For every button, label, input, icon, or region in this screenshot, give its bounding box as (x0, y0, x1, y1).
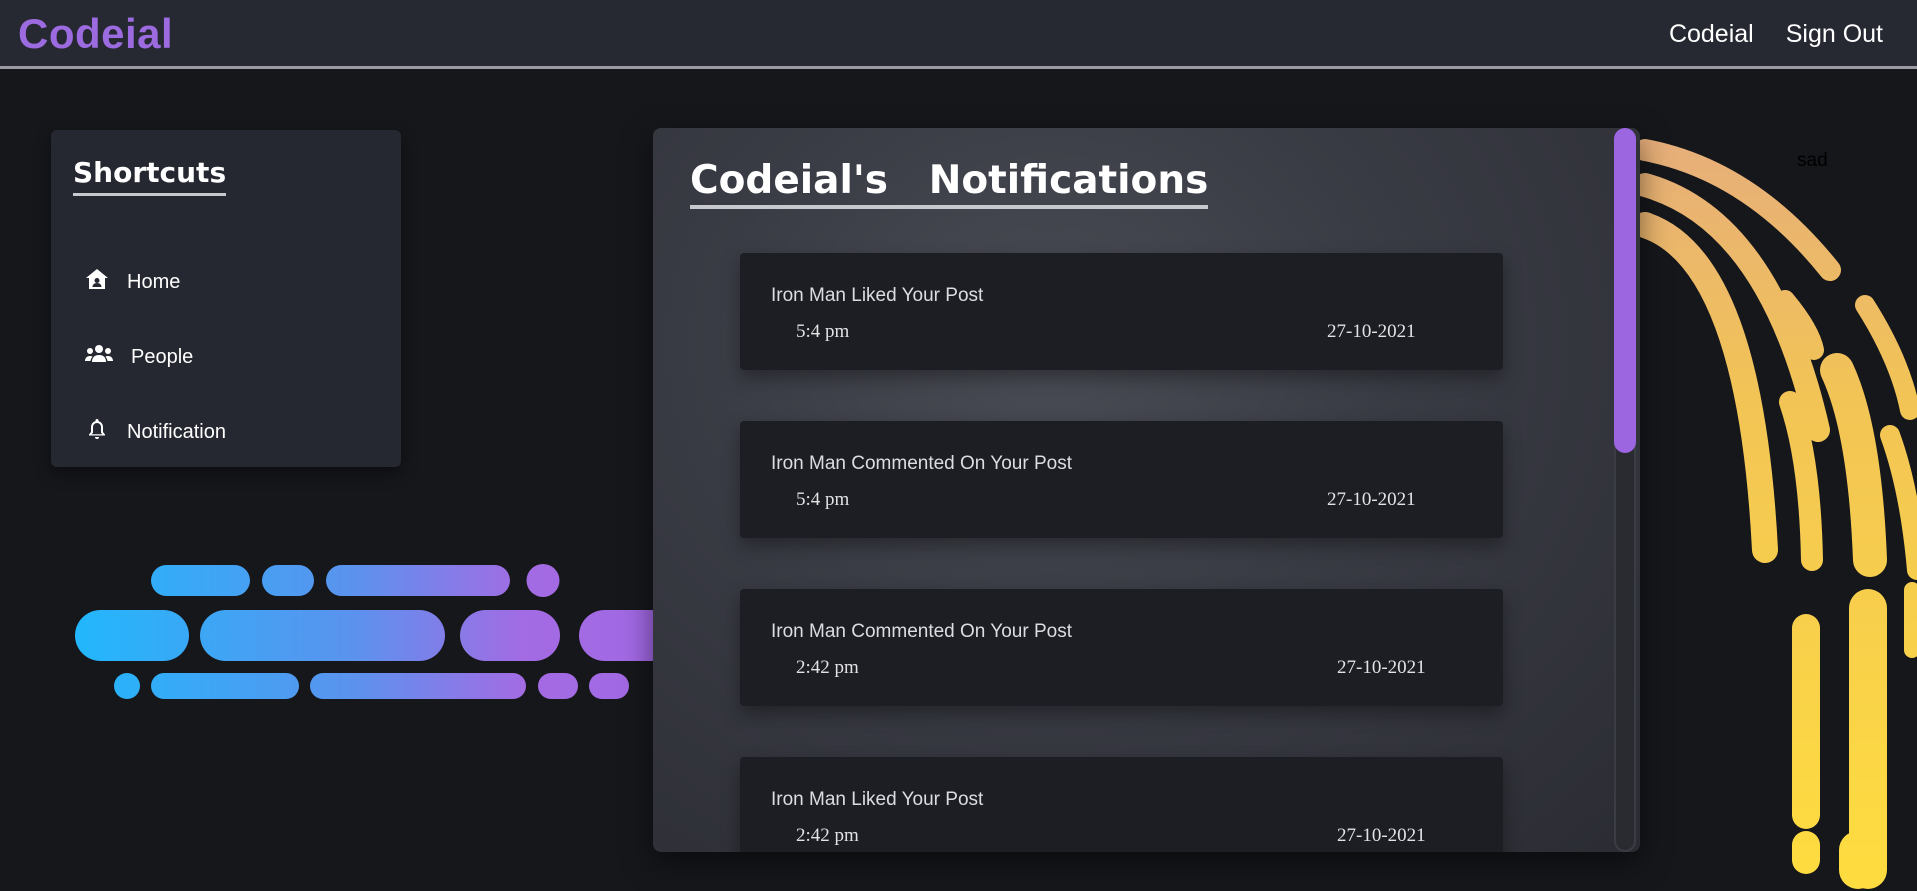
notification-time: 5:4 pm (796, 321, 850, 342)
home-icon (85, 267, 109, 297)
shortcut-people[interactable]: People (85, 342, 193, 372)
notification-item[interactable]: Iron Man Liked Your Post 2:42 pm 27-10-2… (740, 757, 1503, 852)
shortcut-home[interactable]: Home (85, 267, 180, 297)
brand-logo[interactable]: Codeial (18, 10, 173, 58)
notification-text: Iron Man Commented On Your Post (771, 621, 1072, 642)
stray-text: sad (1797, 150, 1828, 171)
shortcuts-panel: Shortcuts Home People Notification (51, 130, 401, 467)
notification-item[interactable]: Iron Man Commented On Your Post 5:4 pm 2… (740, 421, 1503, 538)
page: sad Codeial Codeial Sign Out Shortcuts H… (0, 0, 1917, 891)
people-icon (85, 342, 113, 372)
decorative-pills-left (75, 564, 700, 699)
nav-links: Codeial Sign Out (1669, 20, 1883, 49)
navbar: Codeial Codeial Sign Out (0, 0, 1917, 69)
notification-date: 27-10-2021 (1327, 489, 1416, 510)
notifications-title: Codeial's Notifications (690, 158, 1209, 209)
notification-text: Iron Man Liked Your Post (771, 789, 984, 810)
notification-date: 27-10-2021 (1337, 657, 1426, 678)
decorative-arcs-right (1632, 139, 1917, 889)
nav-link-sign-out[interactable]: Sign Out (1786, 20, 1883, 49)
notification-item[interactable]: Iron Man Commented On Your Post 2:42 pm … (740, 589, 1503, 706)
shortcut-notification[interactable]: Notification (85, 417, 226, 447)
notification-time: 2:42 pm (796, 825, 859, 846)
notification-text: Iron Man Commented On Your Post (771, 453, 1072, 474)
shortcut-label: Home (127, 270, 181, 293)
scrollbar-thumb[interactable] (1614, 128, 1636, 453)
shortcuts-title: Shortcuts (73, 156, 227, 196)
shortcut-label: Notification (127, 420, 226, 443)
bell-icon (85, 417, 109, 447)
notification-item[interactable]: Iron Man Liked Your Post 5:4 pm 27-10-20… (740, 253, 1503, 370)
notification-text: Iron Man Liked Your Post (771, 285, 984, 306)
notification-time: 2:42 pm (796, 657, 859, 678)
nav-link-codeial[interactable]: Codeial (1669, 20, 1754, 49)
notifications-panel: Codeial's Notifications Iron Man Liked Y… (653, 128, 1640, 852)
notification-date: 27-10-2021 (1337, 825, 1426, 846)
notification-date: 27-10-2021 (1327, 321, 1416, 342)
notification-time: 5:4 pm (796, 489, 850, 510)
shortcut-label: People (131, 345, 194, 368)
